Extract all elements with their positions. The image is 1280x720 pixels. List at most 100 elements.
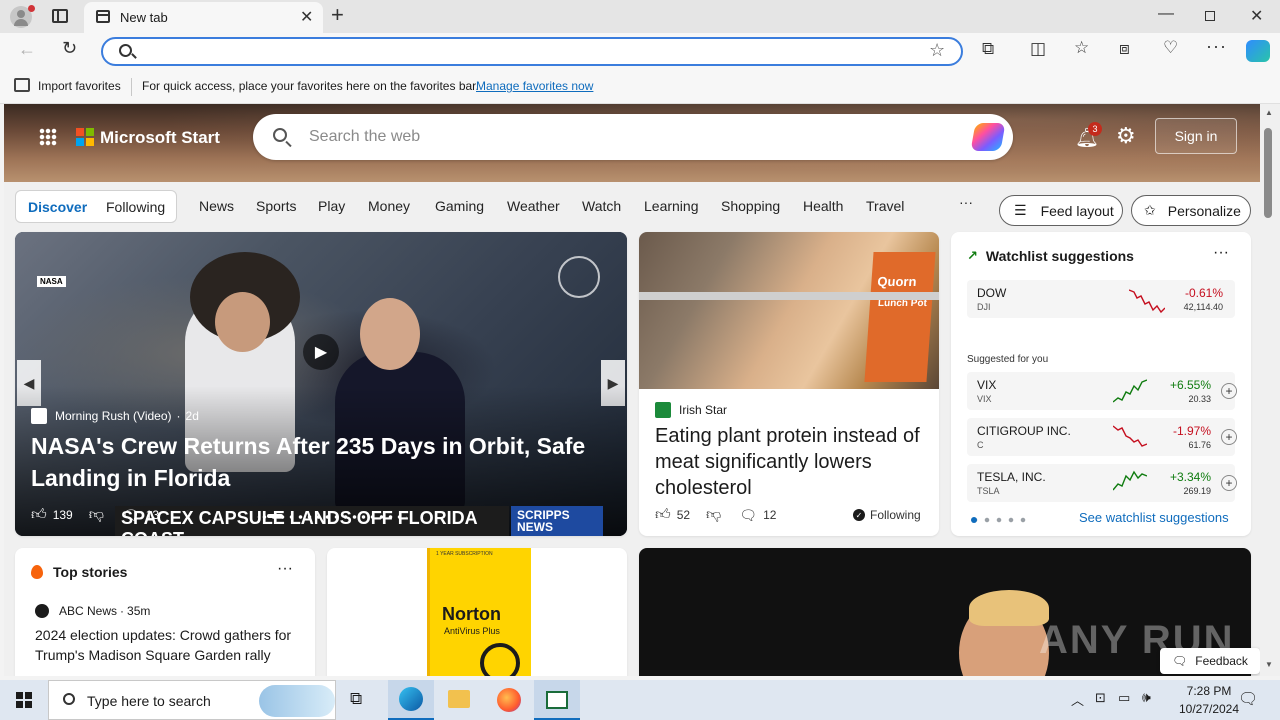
add-to-watchlist-button[interactable]: +: [1221, 429, 1237, 445]
tab-following[interactable]: Following: [106, 199, 165, 215]
top-stories-more-icon[interactable]: ···: [277, 560, 293, 578]
manage-favorites-link[interactable]: Manage favorites now: [476, 79, 593, 93]
address-bar[interactable]: ☆: [101, 37, 963, 66]
sign-in-button[interactable]: Sign in: [1155, 118, 1237, 154]
windows-start-icon[interactable]: [16, 692, 32, 708]
nav-weather[interactable]: Weather: [507, 198, 560, 214]
back-button[interactable]: ←: [18, 39, 36, 60]
brand-title[interactable]: Microsoft Start: [100, 128, 220, 148]
nav-watch[interactable]: Watch: [582, 198, 621, 214]
favorite-star-icon[interactable]: ☆: [929, 40, 945, 61]
scrollbar-thumb[interactable]: [1264, 128, 1272, 218]
nav-money[interactable]: Money: [368, 198, 410, 214]
top-stories-title[interactable]: Top stories: [53, 564, 127, 580]
add-to-watchlist-button[interactable]: +: [1221, 383, 1237, 399]
source-name[interactable]: Morning Rush (Video): [55, 409, 172, 423]
story-card-plant-protein[interactable]: Quorn Lunch Pot Irish Star Eating plant …: [639, 232, 939, 536]
personalize-label: Personalize: [1167, 202, 1241, 219]
tab-actions-icon[interactable]: [52, 9, 68, 23]
refresh-button[interactable]: ↻: [62, 38, 77, 59]
story2-headline[interactable]: Eating plant protein instead of meat sig…: [655, 423, 925, 501]
network-tray-icon[interactable]: ⊡: [1095, 690, 1106, 706]
source-name[interactable]: Irish Star: [679, 403, 727, 417]
extensions-icon[interactable]: ⧉: [982, 39, 994, 59]
like-icon[interactable]: 👍︎: [31, 506, 47, 524]
stock-row-vix[interactable]: VIX VIX +6.55% 20.33 +: [967, 372, 1237, 410]
notification-center-icon[interactable]: 🗨: [1238, 689, 1258, 709]
stock-row-dow[interactable]: DOW DJI -0.61% 42,114.40: [967, 280, 1235, 318]
page-scrollbar[interactable]: ▲ ▼: [1260, 104, 1280, 676]
close-tab-icon[interactable]: ✕: [300, 7, 313, 27]
source-name[interactable]: ABC News: [59, 604, 117, 618]
web-search-box[interactable]: Search the web: [253, 114, 1013, 160]
see-watchlist-link[interactable]: See watchlist suggestions: [1079, 510, 1229, 525]
comment-icon[interactable]: 🗨: [122, 507, 140, 524]
dislike-icon[interactable]: 👎︎: [89, 506, 104, 524]
watchlist-title[interactable]: Watchlist suggestions: [986, 248, 1134, 264]
wifi-tray-icon[interactable]: ▭: [1118, 690, 1130, 706]
top-story-source: ABC News · 35m: [35, 604, 150, 618]
close-window-button[interactable]: ✕: [1250, 6, 1263, 26]
split-screen-icon[interactable]: ◫: [1030, 39, 1046, 59]
favorites-icon[interactable]: ☆: [1074, 38, 1089, 58]
notifications-icon[interactable]: 🔔︎ 3: [1075, 122, 1102, 150]
norton-ad-card[interactable]: 1 YEAR SUBSCRIPTION Norton AntiVirus Plu…: [327, 548, 627, 676]
feedback-label: Feedback: [1195, 654, 1248, 668]
ad-product-name: Norton: [442, 604, 501, 624]
stock-row-tesla[interactable]: TESLA, INC. TSLA +3.34% 269.19 +: [967, 464, 1237, 502]
nav-news[interactable]: News: [199, 198, 234, 214]
nav-more[interactable]: ···: [959, 194, 973, 210]
sliders-icon: ☰: [1014, 202, 1027, 218]
checkmark-icon: [480, 643, 520, 676]
clock-time[interactable]: 7:28 PM: [1174, 684, 1244, 698]
task-view-icon[interactable]: ⧉: [350, 689, 362, 709]
copilot-icon[interactable]: [1246, 40, 1270, 62]
tab-new-tab[interactable]: New tab ✕: [84, 2, 323, 33]
following-indicator[interactable]: ✓ Following: [853, 508, 921, 522]
add-to-watchlist-button[interactable]: +: [1221, 475, 1237, 491]
nav-learning[interactable]: Learning: [644, 198, 699, 214]
like-icon[interactable]: 👍︎: [655, 506, 671, 524]
personalize-button[interactable]: ✩ Personalize: [1131, 195, 1251, 226]
story-age: 2d: [185, 409, 199, 423]
app-taskbar-icon[interactable]: [534, 680, 580, 720]
volume-tray-icon[interactable]: 🕪: [1142, 689, 1151, 706]
browser-essentials-icon[interactable]: ♡: [1163, 38, 1178, 58]
watchlist-pager-dots[interactable]: [969, 516, 1029, 524]
tab-discover[interactable]: Discover: [28, 199, 87, 215]
profile-icon[interactable]: [10, 5, 35, 28]
comment-icon[interactable]: 🗨: [739, 507, 757, 524]
nav-shopping[interactable]: Shopping: [721, 198, 780, 214]
nav-sports[interactable]: Sports: [256, 198, 296, 214]
feedback-button[interactable]: 🗨 Feedback: [1160, 648, 1260, 674]
taskbar-search[interactable]: Type here to search: [48, 680, 336, 720]
copilot-icon[interactable]: [970, 123, 1006, 151]
nav-gaming[interactable]: Gaming: [435, 198, 484, 214]
watchlist-more-icon[interactable]: ···: [1213, 244, 1229, 262]
new-tab-button[interactable]: +: [331, 2, 344, 28]
file-explorer-icon[interactable]: [448, 690, 470, 708]
nav-health[interactable]: Health: [803, 198, 843, 214]
nav-play[interactable]: Play: [318, 198, 345, 214]
stock-row-citigroup[interactable]: CITIGROUP INC. C -1.97% 61.76 +: [967, 418, 1237, 456]
stock-change: -0.61%: [1184, 286, 1223, 300]
caption-text: SPACEX CAPSULE LANDS OFF FLORIDA COAST: [121, 508, 478, 536]
import-favorites[interactable]: Import favorites: [38, 79, 121, 93]
top-story-headline[interactable]: 2024 election updates: Crowd gathers for…: [35, 625, 305, 665]
settings-gear-icon[interactable]: ⚙: [1116, 123, 1136, 149]
edge-taskbar-icon[interactable]: [388, 680, 434, 720]
show-hidden-icons[interactable]: ︿: [1071, 690, 1084, 709]
stock-price: 269.19: [1183, 486, 1211, 496]
nav-travel[interactable]: Travel: [866, 198, 904, 214]
restore-button[interactable]: [1205, 11, 1215, 21]
minimize-button[interactable]: —: [1158, 5, 1174, 23]
apps-grid-icon[interactable]: [39, 128, 57, 146]
main-story-card[interactable]: NASA ▶ ◀ ▶ SPACEX CAPSULE LANDS OFF FLOR…: [15, 232, 627, 536]
firefox-icon[interactable]: [497, 688, 521, 712]
feed-layout-button[interactable]: ☰ Feed layout: [999, 195, 1123, 226]
dislike-icon[interactable]: 👎︎: [706, 506, 721, 524]
collections-icon[interactable]: ⧈: [1119, 39, 1130, 59]
main-headline[interactable]: NASA's Crew Returns After 235 Days in Or…: [31, 430, 611, 494]
settings-more-icon[interactable]: ···: [1206, 36, 1227, 57]
play-button[interactable]: ▶: [303, 334, 339, 370]
